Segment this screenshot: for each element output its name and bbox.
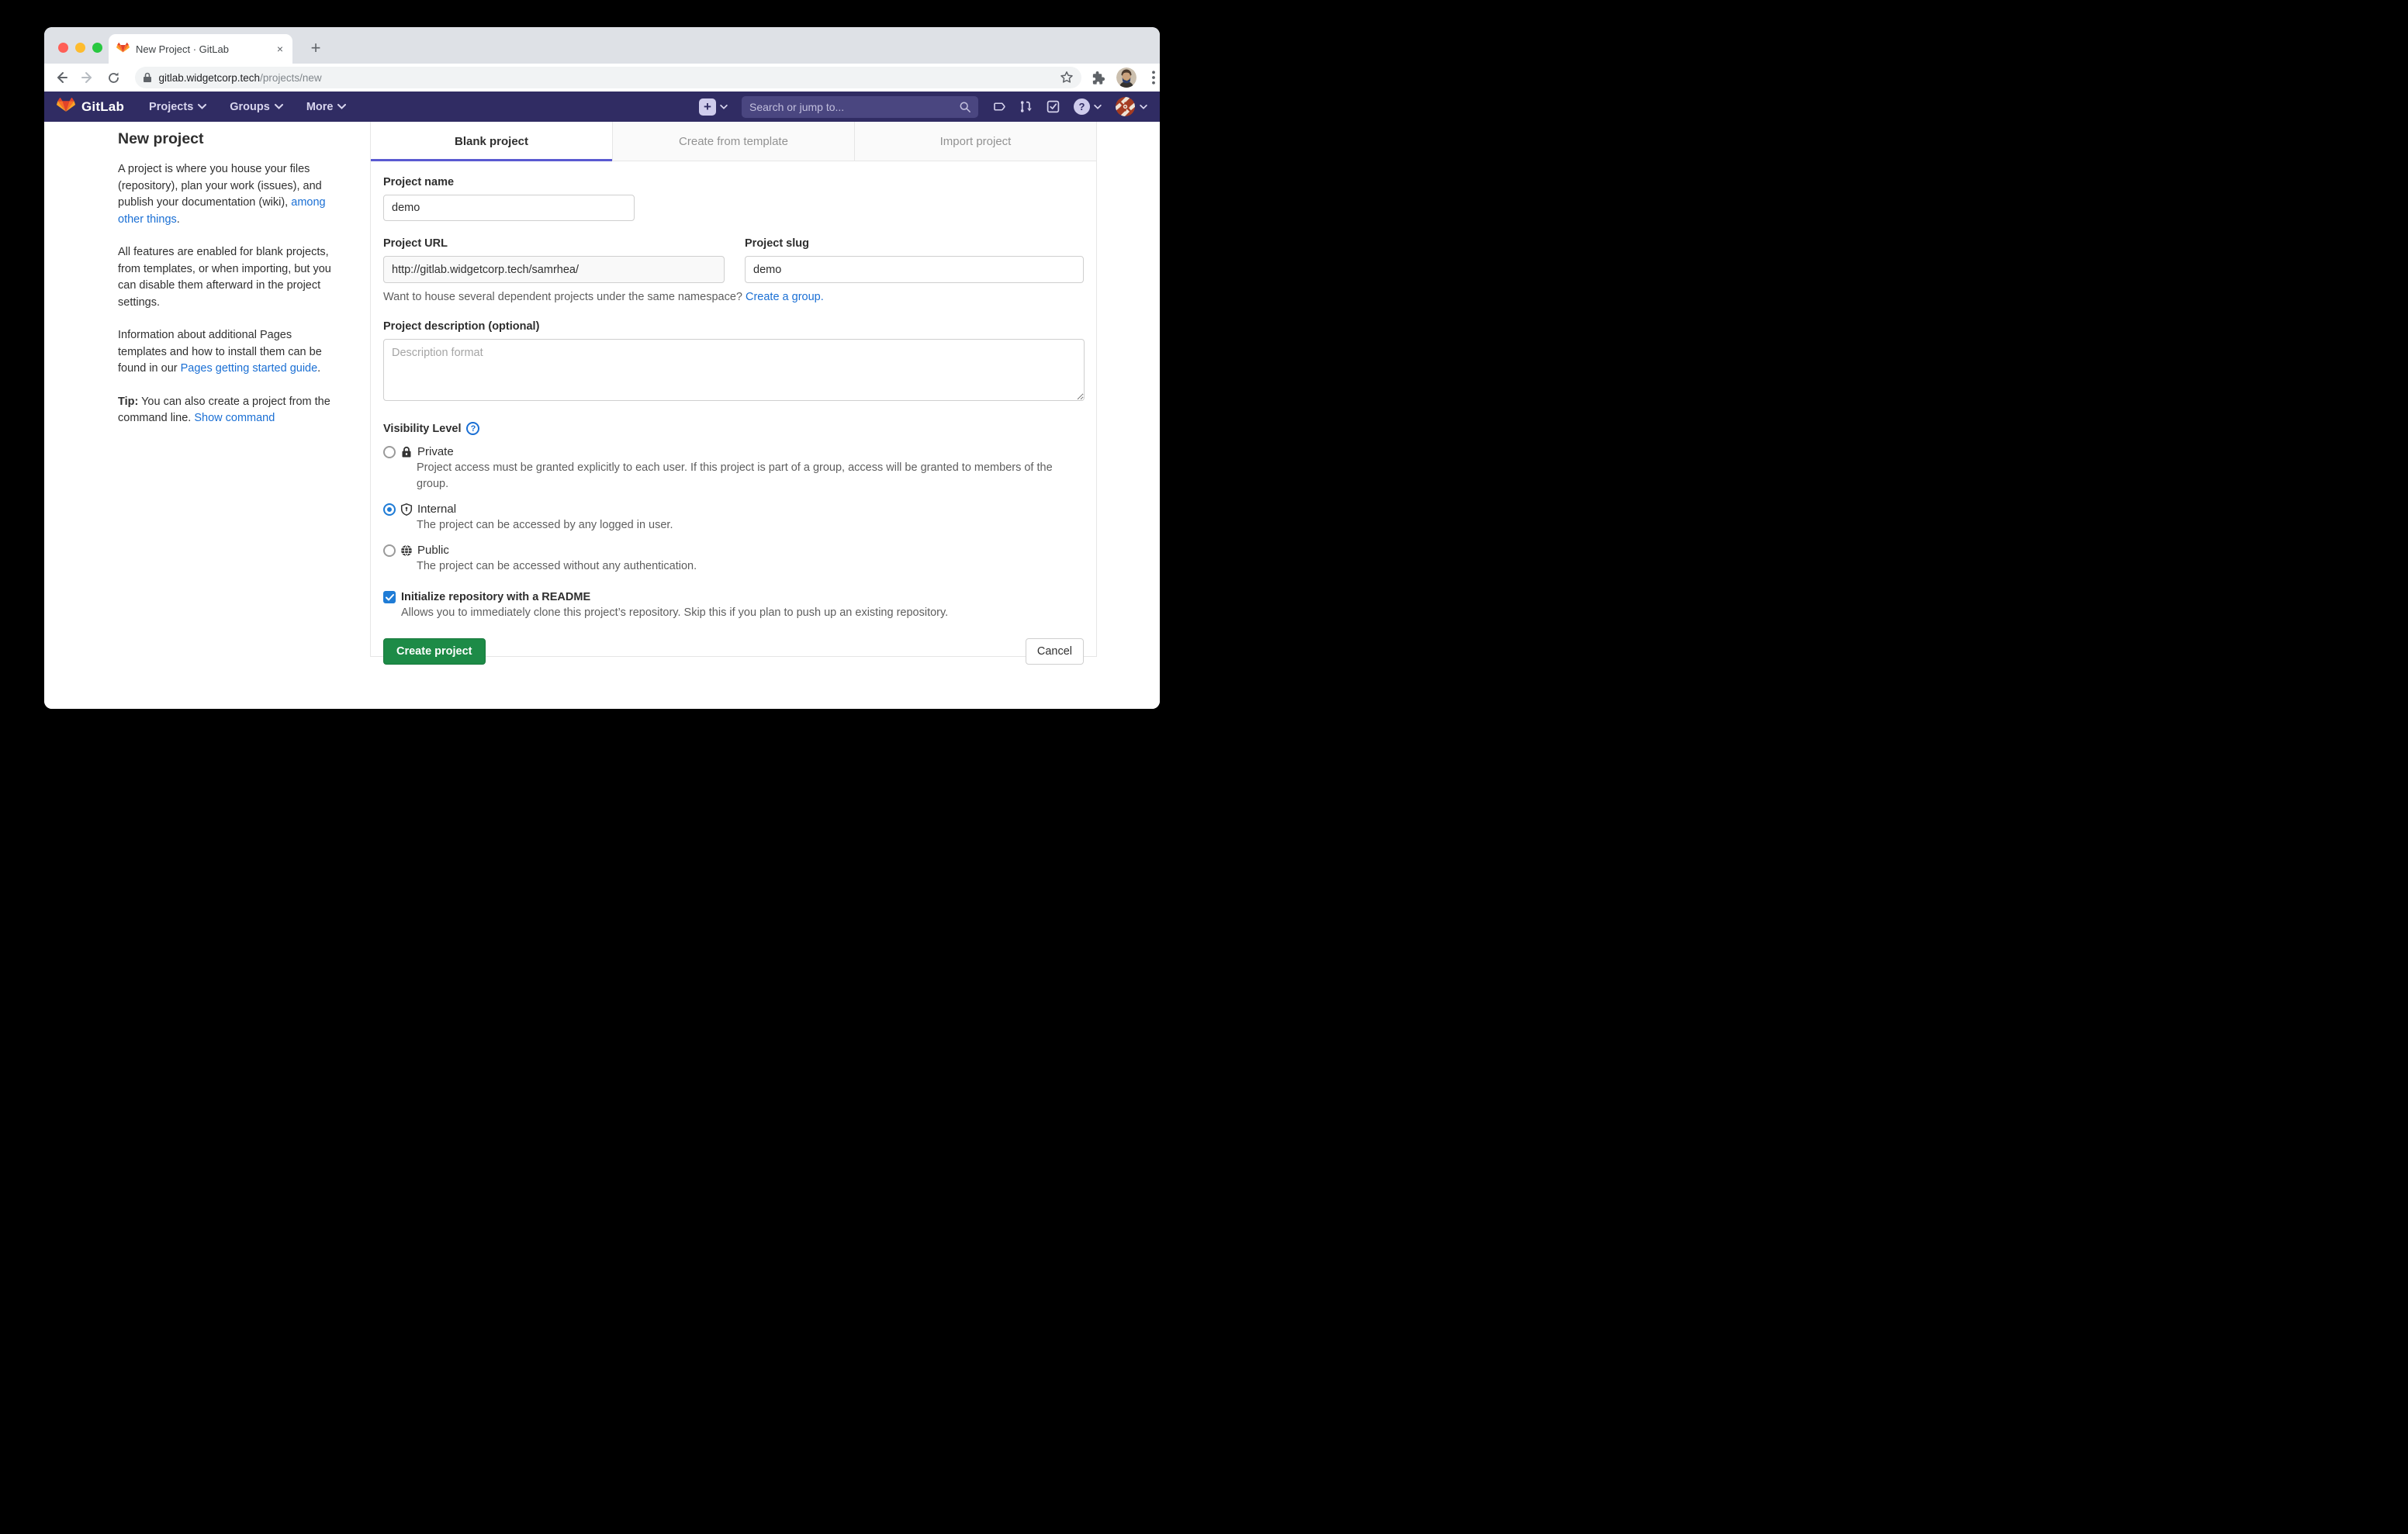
private-label[interactable]: Private <box>417 445 454 458</box>
sidebar-paragraph: Information about additional Pages templ… <box>118 327 343 378</box>
page-content: New project A project is where you house… <box>44 122 1160 709</box>
chevron-down-icon <box>1094 105 1102 109</box>
browser-toolbar: gitlab.widgetcorp.tech/projects/new <box>44 64 1160 92</box>
page-title: New project <box>118 130 343 148</box>
browser-tab-strip: New Project · GitLab × + <box>44 27 1160 64</box>
project-type-tabs: Blank project Create from template Impor… <box>371 122 1096 161</box>
visibility-option-private: Private Project access must be granted e… <box>383 445 1084 492</box>
visibility-option-internal: Internal The project can be accessed by … <box>383 503 1084 534</box>
browser-window: New Project · GitLab × + gitlab.widgetco… <box>44 27 1160 709</box>
merge-requests-icon[interactable] <box>1019 100 1033 113</box>
issues-icon[interactable] <box>992 100 1005 113</box>
forward-icon[interactable] <box>78 68 97 87</box>
project-url-label: Project URL <box>383 237 725 250</box>
tab-close-icon[interactable]: × <box>275 43 285 55</box>
project-description-label: Project description (optional) <box>383 320 1084 333</box>
internal-radio[interactable] <box>383 503 396 516</box>
project-description-textarea[interactable] <box>383 339 1085 401</box>
user-menu[interactable] <box>1116 97 1147 116</box>
check-icon <box>386 594 394 601</box>
shield-icon <box>400 503 413 516</box>
plus-icon: + <box>699 98 716 116</box>
visibility-option-public: Public The project can be accessed witho… <box>383 544 1084 575</box>
readme-description: Allows you to immediately clone this pro… <box>401 606 1084 619</box>
url-bar[interactable]: gitlab.widgetcorp.tech/projects/new <box>135 67 1081 88</box>
todos-icon[interactable] <box>1047 100 1060 113</box>
chevron-down-icon <box>720 105 728 109</box>
gitlab-brand-text: GitLab <box>81 99 124 115</box>
project-url-input[interactable] <box>383 256 725 283</box>
global-search[interactable] <box>742 96 978 118</box>
bookmark-star-icon[interactable] <box>1060 71 1074 85</box>
visibility-level-label: Visibility Level <box>383 423 461 435</box>
help-menu[interactable]: ? <box>1074 98 1102 115</box>
search-input[interactable] <box>749 101 960 113</box>
chevron-down-icon <box>198 104 206 109</box>
reload-icon[interactable] <box>105 68 123 87</box>
project-name-input[interactable] <box>383 195 635 221</box>
window-controls <box>58 43 102 53</box>
chevron-down-icon <box>275 104 283 109</box>
sidebar-paragraph: All features are enabled for blank proje… <box>118 244 343 311</box>
cancel-button[interactable]: Cancel <box>1026 638 1084 665</box>
pages-guide-link[interactable]: Pages getting started guide <box>181 362 318 375</box>
nav-menu-more[interactable]: More <box>306 101 347 113</box>
tab-title: New Project · GitLab <box>136 43 269 55</box>
maximize-window-button[interactable] <box>92 43 102 53</box>
nav-menu-projects[interactable]: Projects <box>149 101 206 113</box>
toolbar-right <box>1091 67 1160 88</box>
chevron-down-icon <box>337 104 346 109</box>
extensions-icon[interactable] <box>1091 71 1105 85</box>
create-group-link[interactable]: Create a group. <box>746 291 824 303</box>
project-name-label: Project name <box>383 176 1084 188</box>
readme-checkbox[interactable] <box>383 591 396 603</box>
gitlab-favicon <box>116 43 130 55</box>
user-avatar <box>1116 97 1135 116</box>
internal-description: The project can be accessed by any logge… <box>417 517 1084 534</box>
create-project-button[interactable]: Create project <box>383 638 486 665</box>
new-item-menu[interactable]: + <box>699 98 728 116</box>
tab-create-from-template[interactable]: Create from template <box>613 122 855 161</box>
gitlab-navbar: GitLab Projects Groups More + <box>44 92 1160 122</box>
chevron-down-icon <box>1140 105 1147 109</box>
globe-icon <box>400 544 413 557</box>
help-icon: ? <box>1074 98 1090 115</box>
search-icon <box>960 102 970 112</box>
gitlab-tanuki-icon <box>57 98 75 116</box>
project-slug-label: Project slug <box>745 237 1084 250</box>
tab-import-project[interactable]: Import project <box>855 122 1096 161</box>
show-command-link[interactable]: Show command <box>194 412 275 424</box>
namespace-hint: Want to house several dependent projects… <box>383 291 1084 303</box>
lock-icon <box>400 446 413 458</box>
gitlab-logo[interactable]: GitLab <box>57 98 124 116</box>
sidebar-tip: Tip: You can also create a project from … <box>118 394 343 427</box>
visibility-help-icon[interactable]: ? <box>466 422 479 435</box>
browser-tab[interactable]: New Project · GitLab × <box>109 34 292 64</box>
tab-blank-project[interactable]: Blank project <box>371 122 613 161</box>
public-radio[interactable] <box>383 544 396 557</box>
browser-menu-icon[interactable] <box>1147 71 1160 85</box>
sidebar-help-panel: New project A project is where you house… <box>118 130 343 444</box>
sidebar-paragraph: A project is where you house your files … <box>118 161 343 228</box>
nav-menu-groups[interactable]: Groups <box>230 101 283 113</box>
url-path: /projects/new <box>260 72 322 84</box>
new-project-panel: Blank project Create from template Impor… <box>370 122 1097 657</box>
new-tab-button[interactable]: + <box>305 38 327 58</box>
private-radio[interactable] <box>383 446 396 458</box>
url-host: gitlab.widgetcorp.tech <box>158 72 260 84</box>
public-description: The project can be accessed without any … <box>417 558 1084 575</box>
internal-label[interactable]: Internal <box>417 503 456 516</box>
close-window-button[interactable] <box>58 43 68 53</box>
readme-label[interactable]: Initialize repository with a README <box>401 591 590 603</box>
lock-icon <box>143 72 152 83</box>
public-label[interactable]: Public <box>417 544 449 557</box>
browser-profile-avatar[interactable] <box>1116 67 1137 88</box>
blank-project-form: Project name Project URL Project slug Wa… <box>371 161 1096 665</box>
back-icon[interactable] <box>52 68 71 87</box>
private-description: Project access must be granted explicitl… <box>417 460 1084 492</box>
minimize-window-button[interactable] <box>75 43 85 53</box>
project-slug-input[interactable] <box>745 256 1084 283</box>
